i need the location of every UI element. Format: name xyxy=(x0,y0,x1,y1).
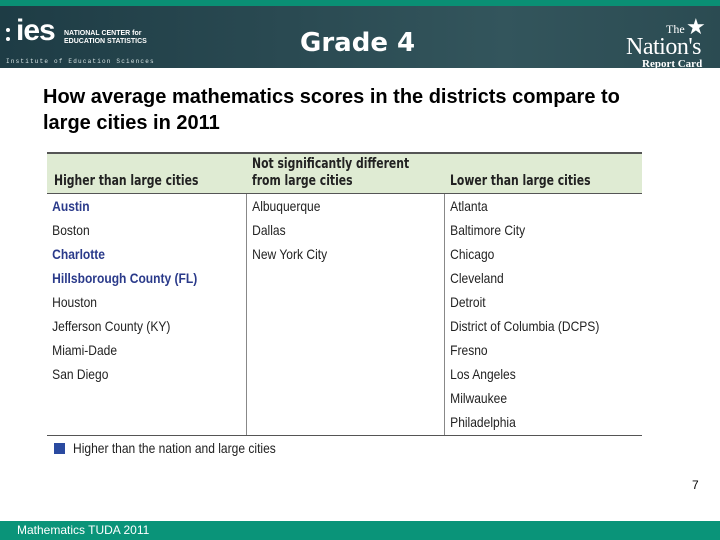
column-header-higher-label: Higher than large cities xyxy=(54,173,199,189)
ies-logo-institute: Institute of Education Sciences xyxy=(6,58,155,65)
comparison-table: Higher than large cities Not significant… xyxy=(47,152,642,436)
table-cell: Charlotte xyxy=(52,246,106,262)
table-cell: Atlanta xyxy=(450,198,488,214)
table-cell: Boston xyxy=(52,222,90,238)
table-cell: Hillsborough County (FL) xyxy=(52,270,198,286)
table-cell: Baltimore City xyxy=(450,222,526,238)
nrc-report-card: Report Card xyxy=(642,58,703,70)
table-cell: Albuquerque xyxy=(252,198,321,214)
table-cell: Miami-Dade xyxy=(52,342,118,358)
table-cell: Austin xyxy=(52,198,90,214)
nations-report-card-logo: ★ The Nation's Report Card xyxy=(620,14,715,71)
column-higher: Austin Boston Charlotte Hillsborough County… xyxy=(47,194,246,436)
column-header-not-different-line1: Not significantly different xyxy=(252,156,410,172)
ies-logo-line1: NATIONAL CENTER for xyxy=(64,30,142,37)
column-not-different: Albuquerque Dallas New York City xyxy=(246,194,445,436)
table-cell: District of Columbia (DCPS) xyxy=(450,318,600,334)
page-number: 7 xyxy=(692,478,699,492)
slide-footer: Mathematics TUDA 2011 xyxy=(0,521,720,540)
table-cell: Cleveland xyxy=(450,270,504,286)
table-header-row: Higher than large cities Not significant… xyxy=(47,152,642,194)
grade-title: Grade 4 xyxy=(300,28,416,58)
column-header-not-different-line2: from large cities xyxy=(252,173,353,189)
table-cell: San Diego xyxy=(52,366,109,382)
legend: Higher than the nation and large cities xyxy=(54,440,309,456)
ies-logo-line2: EDUCATION STATISTICS xyxy=(64,38,147,45)
slide-header: ies NATIONAL CENTER for EDUCATION STATIS… xyxy=(0,6,720,71)
nrc-nations: Nation's xyxy=(626,34,701,60)
column-header-higher: Higher than large cities xyxy=(54,173,222,190)
ies-logo-word: ies xyxy=(16,14,56,47)
table-bottom-rule xyxy=(47,435,642,436)
table-cell: Dallas xyxy=(252,222,286,238)
legend-label: Higher than the nation and large cities xyxy=(73,440,276,456)
table-cell: New York City xyxy=(252,246,328,262)
table-cell: Jefferson County (KY) xyxy=(52,318,171,334)
table-cell: Milwaukee xyxy=(450,390,508,406)
table-cell: Los Angeles xyxy=(450,366,516,382)
table-cell: Detroit xyxy=(450,294,486,310)
column-header-lower: Lower than large cities xyxy=(450,173,613,190)
footer-text: Mathematics TUDA 2011 xyxy=(17,523,150,537)
ies-logo-nces: NATIONAL CENTER for EDUCATION STATISTICS xyxy=(64,30,154,46)
table-cell: Fresno xyxy=(450,342,488,358)
table-cell: Chicago xyxy=(450,246,495,262)
table-cell: Houston xyxy=(52,294,98,310)
slide-title: How average mathematics scores in the di… xyxy=(43,86,620,134)
column-header-lower-label: Lower than large cities xyxy=(450,173,591,189)
table-cell: Philadelphia xyxy=(450,414,516,430)
legend-swatch xyxy=(54,442,65,454)
ies-dots-icon xyxy=(6,28,10,46)
column-lower: Atlanta Baltimore City Chicago Cleveland Det… xyxy=(444,194,643,436)
column-header-not-different: Not significantly different from large c… xyxy=(252,156,435,190)
